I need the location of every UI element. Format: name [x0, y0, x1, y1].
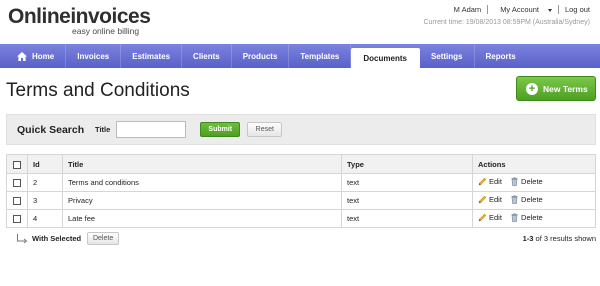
user-links: M Adam My Account Log out Current time: … — [423, 5, 590, 26]
row-title: Terms and conditions — [62, 173, 342, 192]
nav-documents[interactable]: Documents — [351, 48, 420, 68]
row-id: 2 — [27, 173, 63, 192]
edit-link[interactable]: Edit — [478, 213, 502, 222]
user-name-link[interactable]: M Adam — [448, 5, 488, 14]
delete-label: Delete — [521, 177, 543, 186]
delete-link[interactable]: Delete — [510, 177, 543, 186]
trash-icon — [511, 195, 518, 204]
title-label: Title — [95, 125, 111, 134]
terms-table: Id Title Type Actions 2 Terms and condit… — [6, 154, 596, 228]
logo-tagline: easy online billing — [72, 26, 140, 36]
chevron-down-icon — [547, 8, 552, 12]
nav-templates[interactable]: Templates — [289, 44, 352, 68]
home-icon — [17, 51, 27, 61]
pencil-icon — [478, 195, 487, 204]
row-title: Late fee — [62, 209, 342, 228]
logo-text: Onlineinvoices — [8, 5, 151, 28]
row-checkbox[interactable] — [13, 179, 21, 187]
header-type[interactable]: Type — [341, 154, 473, 174]
nav-home-label: Home — [32, 51, 55, 61]
table-row: 3 Privacy text Edit Delete — [6, 191, 596, 210]
row-type: text — [341, 209, 473, 228]
submit-button[interactable]: Submit — [200, 122, 241, 137]
results-text: of 3 results shown — [533, 234, 596, 243]
page-title: Terms and Conditions — [6, 80, 190, 101]
trash-icon — [511, 177, 518, 186]
nav-products[interactable]: Products — [232, 44, 290, 68]
delete-label: Delete — [521, 213, 543, 222]
row-type: text — [341, 191, 473, 210]
bulk-actions: With Selected Delete — [16, 232, 120, 245]
with-selected-label: With Selected — [32, 234, 82, 243]
nav-reports[interactable]: Reports — [475, 44, 527, 68]
select-all-cell — [6, 154, 28, 174]
row-select-cell — [6, 209, 28, 228]
edit-link[interactable]: Edit — [478, 195, 502, 204]
header-actions: Actions — [472, 154, 596, 174]
my-account-menu[interactable]: My Account — [487, 5, 558, 14]
edit-label: Edit — [489, 213, 502, 222]
reset-button[interactable]: Reset — [247, 122, 283, 137]
bulk-delete-button[interactable]: Delete — [87, 232, 120, 245]
row-checkbox[interactable] — [13, 197, 21, 205]
plus-icon: + — [526, 82, 538, 95]
nav-clients[interactable]: Clients — [182, 44, 232, 68]
row-select-cell — [6, 191, 28, 210]
table-header-row: Id Title Type Actions — [6, 154, 596, 174]
row-actions: Edit Delete — [472, 209, 596, 228]
row-type: text — [341, 173, 473, 192]
row-select-cell — [6, 173, 28, 192]
edit-label: Edit — [489, 195, 502, 204]
row-id: 4 — [27, 209, 63, 228]
logo[interactable]: Onlineinvoices easy online billing — [8, 5, 151, 37]
select-all-checkbox[interactable] — [13, 160, 21, 169]
my-account-label: My Account — [500, 5, 539, 14]
nav-estimates[interactable]: Estimates — [121, 44, 183, 68]
nav-invoices[interactable]: Invoices — [66, 44, 122, 68]
row-checkbox[interactable] — [13, 215, 21, 223]
results-count: 1-3 of 3 results shown — [523, 234, 596, 243]
quick-search-panel: Quick Search Title Submit Reset — [6, 114, 596, 145]
logout-link[interactable]: Log out — [557, 5, 590, 14]
row-actions: Edit Delete — [472, 173, 596, 192]
results-range: 1-3 — [522, 234, 534, 243]
nav-settings[interactable]: Settings — [420, 44, 475, 68]
delete-link[interactable]: Delete — [510, 195, 543, 204]
trash-icon — [511, 213, 518, 222]
pencil-icon — [478, 177, 487, 186]
current-time: Current time: 19/08/2013 08:59PM (Austra… — [423, 19, 590, 26]
header-title[interactable]: Title — [62, 154, 342, 174]
corner-arrow-icon — [17, 233, 28, 243]
table-row: 4 Late fee text Edit Delete — [6, 209, 596, 228]
quick-search-heading: Quick Search — [17, 123, 85, 136]
pencil-icon — [478, 213, 487, 222]
nav-home[interactable]: Home — [6, 44, 67, 68]
delete-link[interactable]: Delete — [510, 213, 543, 222]
new-terms-button[interactable]: + New Terms — [516, 76, 596, 101]
table-row: 2 Terms and conditions text Edit Delete — [6, 173, 596, 192]
header-id[interactable]: Id — [27, 154, 63, 174]
row-title: Privacy — [62, 191, 342, 210]
row-actions: Edit Delete — [472, 191, 596, 210]
new-terms-label: New Terms — [543, 83, 588, 94]
edit-link[interactable]: Edit — [478, 177, 502, 186]
main-nav: Home Invoices Estimates Clients Products… — [0, 44, 600, 68]
row-id: 3 — [27, 191, 63, 210]
edit-label: Edit — [489, 177, 502, 186]
delete-label: Delete — [521, 195, 543, 204]
title-search-input[interactable] — [116, 121, 187, 138]
